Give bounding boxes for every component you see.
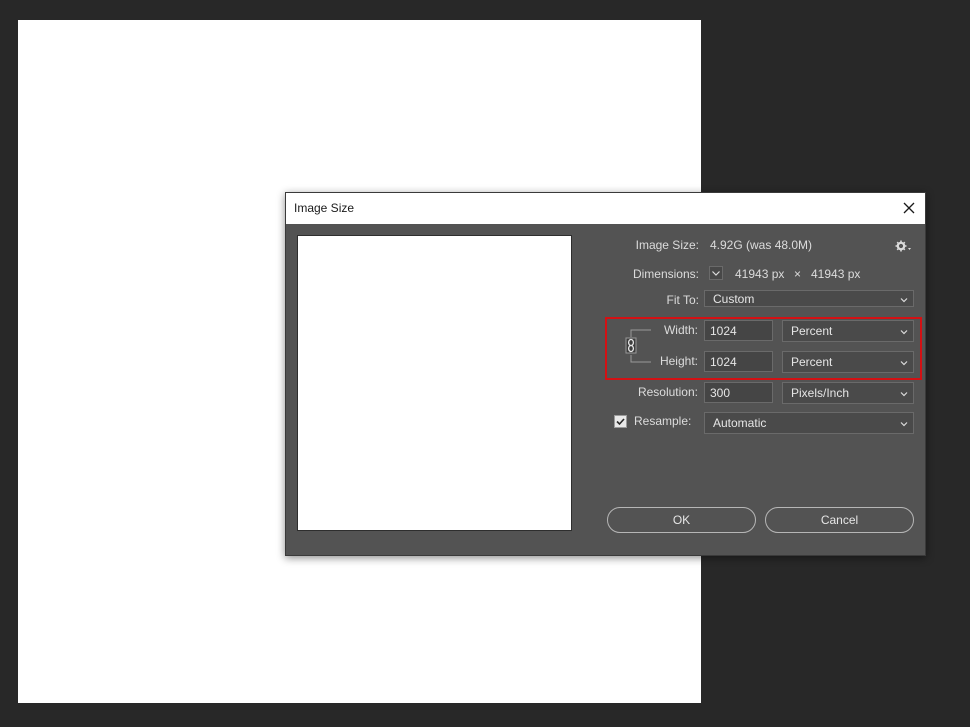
image-preview[interactable] xyxy=(297,235,572,531)
resolution-input[interactable] xyxy=(704,382,773,403)
image-size-value: 4.92G (was 48.0M) xyxy=(710,238,813,252)
ok-button[interactable]: OK xyxy=(607,507,756,533)
dimensions-menu-toggle[interactable] xyxy=(709,266,723,280)
image-size-label: Image Size: xyxy=(635,238,699,252)
chevron-down-icon xyxy=(899,388,909,398)
dimensions-width: 41943 px xyxy=(735,267,785,281)
fit-to-label: Fit To: xyxy=(666,293,699,307)
image-size-dialog: Image Size Image Size: 4.92G (was 48.0M)… xyxy=(285,192,926,556)
dimensions-x: × xyxy=(794,267,802,281)
width-input[interactable] xyxy=(704,320,773,341)
resolution-unit-dropdown[interactable]: Pixels/Inch xyxy=(782,382,914,404)
cancel-button[interactable]: Cancel xyxy=(765,507,914,533)
resample-checkbox[interactable] xyxy=(614,415,627,428)
dimensions-label: Dimensions: xyxy=(632,267,699,281)
fit-to-dropdown[interactable]: Custom xyxy=(704,290,914,307)
dialog-titlebar[interactable]: Image Size xyxy=(286,193,925,224)
chevron-down-icon xyxy=(899,294,909,304)
resample-label: Resample: xyxy=(634,414,692,428)
width-unit-value: Percent xyxy=(791,324,833,338)
chevron-down-icon xyxy=(899,418,909,428)
dimensions-height: 41943 px xyxy=(811,267,861,281)
width-unit-dropdown[interactable]: Percent xyxy=(782,320,914,342)
height-input[interactable] xyxy=(704,351,773,372)
chevron-down-icon xyxy=(899,357,909,367)
resolution-unit-value: Pixels/Inch xyxy=(791,386,850,400)
dialog-title: Image Size xyxy=(294,201,355,215)
height-label: Height: xyxy=(659,354,698,368)
resample-value: Automatic xyxy=(713,416,767,430)
close-icon[interactable] xyxy=(899,198,919,218)
gear-icon[interactable] xyxy=(895,239,913,253)
chevron-down-icon xyxy=(899,326,909,336)
fit-to-value: Custom xyxy=(713,292,755,306)
height-unit-dropdown[interactable]: Percent xyxy=(782,351,914,373)
height-unit-value: Percent xyxy=(791,355,833,369)
resample-dropdown[interactable]: Automatic xyxy=(704,412,914,434)
resolution-label: Resolution: xyxy=(637,385,698,399)
